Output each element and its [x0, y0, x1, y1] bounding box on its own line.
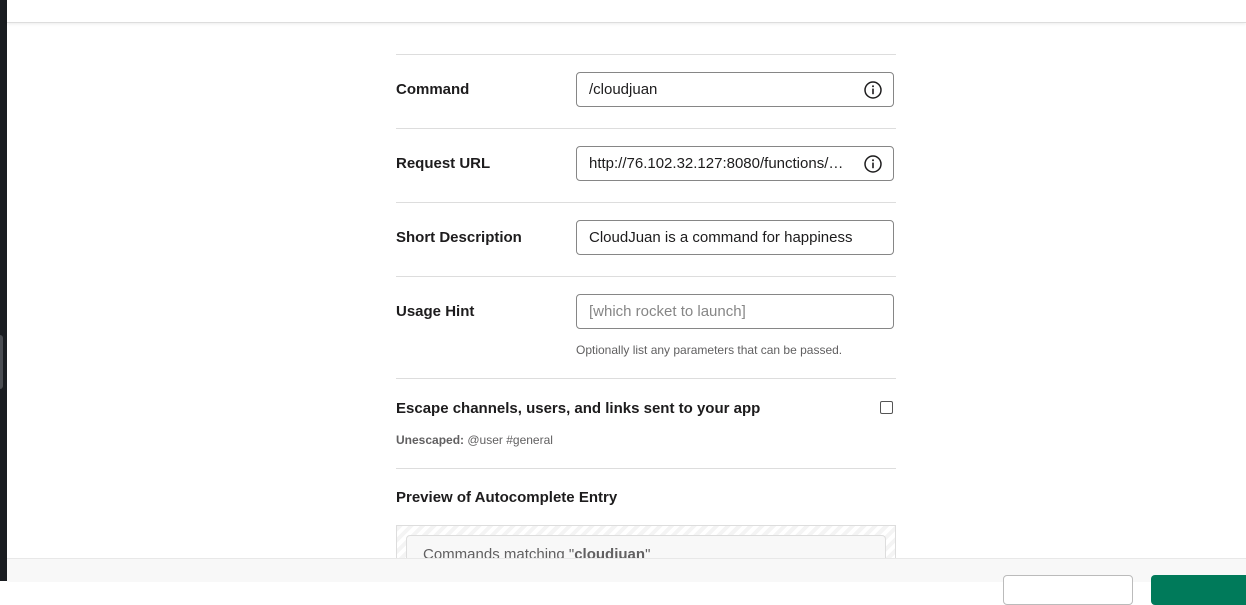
- usage-hint-label: Usage Hint: [396, 303, 475, 320]
- usage-hint-placeholder: [which rocket to launch]: [589, 303, 746, 320]
- request-url-field[interactable]: http://76.102.32.127:8080/functions/clou…: [576, 146, 894, 181]
- sidebar-resize-handle[interactable]: [0, 335, 3, 389]
- command-field[interactable]: /cloudjuan: [576, 72, 894, 107]
- short-description-field[interactable]: CloudJuan is a command for happiness: [576, 220, 894, 255]
- divider: [396, 202, 896, 203]
- unescaped-value: @user #general: [464, 433, 553, 447]
- cancel-button[interactable]: [1003, 575, 1133, 605]
- request-url-value: http://76.102.32.127:8080/functions/clou…: [589, 155, 849, 172]
- save-button[interactable]: [1151, 575, 1246, 605]
- top-header-bar: [7, 0, 1246, 23]
- info-icon[interactable]: [864, 155, 882, 173]
- divider: [396, 378, 896, 379]
- unescaped-label: Unescaped:: [396, 433, 465, 447]
- short-description-value: CloudJuan is a command for happiness: [589, 229, 853, 246]
- request-url-label: Request URL: [396, 155, 491, 172]
- escape-checkbox[interactable]: [880, 401, 893, 414]
- usage-hint-help: Optionally list any parameters that can …: [576, 343, 843, 357]
- divider: [396, 128, 896, 129]
- unescaped-example: Unescaped: @user #general: [396, 433, 553, 447]
- divider: [396, 468, 896, 469]
- command-label: Command: [396, 81, 470, 98]
- preview-heading: Preview of Autocomplete Entry: [396, 489, 618, 506]
- info-icon[interactable]: [864, 81, 882, 99]
- divider: [396, 276, 896, 277]
- short-description-label: Short Description: [396, 229, 522, 246]
- escape-label: Escape channels, users, and links sent t…: [396, 400, 761, 417]
- usage-hint-field[interactable]: [which rocket to launch]: [576, 294, 894, 329]
- app-sidebar-edge: [0, 0, 7, 581]
- divider: [396, 54, 896, 55]
- command-value: /cloudjuan: [589, 81, 658, 98]
